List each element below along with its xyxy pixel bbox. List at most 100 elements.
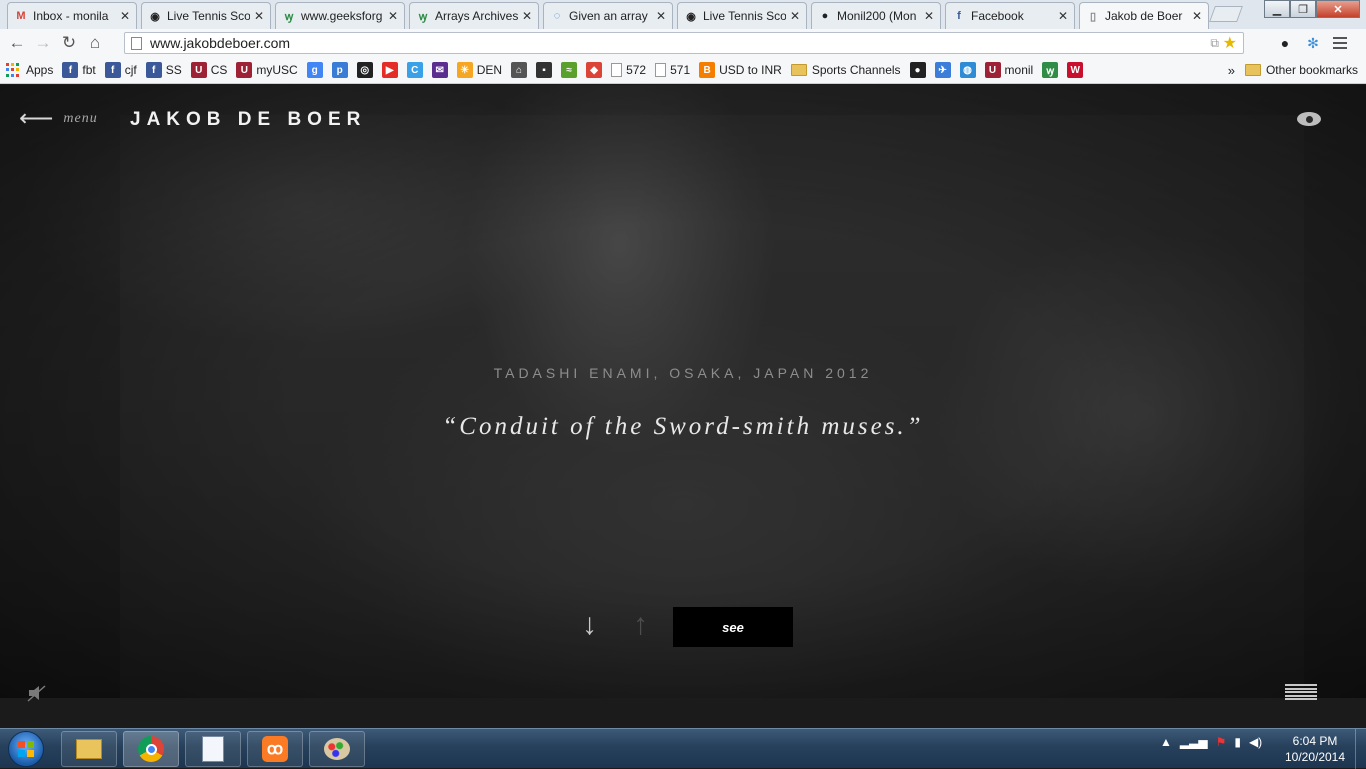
see-button[interactable]: see [673, 607, 793, 647]
paint-taskbar-button[interactable] [309, 731, 365, 767]
c-icon: C [406, 62, 423, 78]
chrome-taskbar-button[interactable] [123, 731, 179, 767]
folder-icon [1244, 64, 1261, 76]
usc-icon: U [236, 62, 253, 78]
tab-7[interactable]: ● Monil200 (Mon ✕ [811, 2, 941, 29]
windows-taskbar: ꝏ ▲ ▂▃▅ ⚑ ▮ ◀) 6:04 PM 10/20/2014 [0, 728, 1366, 769]
close-tab-icon[interactable]: ✕ [1192, 9, 1202, 23]
blogger-icon: B [699, 62, 716, 78]
bookmark-p[interactable]: p [331, 62, 348, 78]
tab-3[interactable]: ꝡ www.geeksforg ✕ [275, 2, 405, 29]
bookmarks-overflow-button[interactable]: » [1228, 63, 1235, 78]
tab-label: Live Tennis Scor [167, 9, 250, 23]
bookmark-wf[interactable]: W [1067, 62, 1084, 78]
bookmark-label: cjf [124, 63, 137, 77]
apps-icon [6, 63, 20, 77]
bookmark-google[interactable]: g [306, 62, 323, 78]
translate-icon[interactable]: ⧉ [1210, 36, 1219, 51]
bookmark-apps[interactable]: Apps [6, 63, 53, 77]
mute-icon[interactable] [26, 683, 48, 703]
address-bar[interactable]: www.jakobdeboer.com ⧉ ★ [124, 32, 1244, 54]
other-bookmarks[interactable]: Other bookmarks [1244, 63, 1358, 77]
dark-icon: ▪ [536, 62, 553, 78]
xampp-taskbar-button[interactable]: ꝏ [247, 731, 303, 767]
tab-9[interactable]: ▯ Jakob de Boer ✕ [1079, 2, 1209, 29]
forward-button[interactable]: → [30, 30, 56, 56]
close-tab-icon[interactable]: ✕ [120, 9, 130, 23]
up-arrow-icon[interactable]: ↑ [633, 605, 648, 645]
close-tab-icon[interactable]: ✕ [254, 9, 264, 23]
att-icon: ◍ [959, 62, 976, 78]
url-text: www.jakobdeboer.com [150, 35, 291, 51]
bookmark-github[interactable]: ● [909, 62, 926, 78]
incognito-icon[interactable]: ● [1274, 32, 1296, 54]
system-clock[interactable]: 6:04 PM 10/20/2014 [1282, 733, 1348, 765]
new-tab-button[interactable] [1209, 6, 1243, 22]
geeks-icon: ꝡ [1042, 62, 1059, 78]
home-button[interactable]: ⌂ [82, 30, 108, 56]
bookmark-den[interactable]: ✳ DEN [456, 62, 502, 78]
close-tab-icon[interactable]: ✕ [1058, 9, 1068, 23]
bookmark-att[interactable]: ◍ [959, 62, 976, 78]
explorer-taskbar-button[interactable] [61, 731, 117, 767]
site-title[interactable]: JAKOB DE BOER [130, 109, 366, 131]
reload-button[interactable]: ↻ [56, 30, 82, 56]
back-button[interactable]: ← [4, 30, 30, 56]
bookmark-star-icon[interactable]: ★ [1223, 33, 1237, 53]
bookmark-bank[interactable]: ⌂ [511, 62, 528, 78]
close-window-button[interactable]: ✕ [1316, 0, 1360, 18]
tab-4[interactable]: ꝡ Arrays Archives ✕ [409, 2, 539, 29]
show-desktop-button[interactable] [1355, 729, 1366, 769]
bookmark-maps[interactable]: ◆ [586, 62, 603, 78]
bookmark-camera[interactable]: ◎ [356, 62, 373, 78]
bookmark-dark[interactable]: ▪ [536, 62, 553, 78]
close-tab-icon[interactable]: ✕ [522, 9, 532, 23]
tab-2[interactable]: ◉ Live Tennis Scor ✕ [141, 2, 271, 29]
close-tab-icon[interactable]: ✕ [656, 9, 666, 23]
action-center-icon[interactable]: ⚑ [1216, 735, 1227, 749]
bookmark-geeks[interactable]: ꝡ [1042, 62, 1059, 78]
bookmark-572[interactable]: 572 [611, 63, 646, 77]
tennis-icon: ◉ [150, 10, 160, 23]
show-hidden-icons-icon[interactable]: ▲ [1160, 735, 1172, 749]
bookmark-571[interactable]: 571 [655, 63, 690, 77]
tab-8[interactable]: f Facebook ✕ [945, 2, 1075, 29]
bookmark-c[interactable]: C [406, 62, 423, 78]
bookmark-label: myUSC [256, 63, 298, 77]
volume-icon[interactable]: ◀) [1249, 735, 1262, 749]
menu-link[interactable]: ⟵ menu [19, 107, 98, 131]
bird-icon: ✈ [934, 62, 951, 78]
extension-icon[interactable]: ✻ [1302, 32, 1324, 54]
minimize-button[interactable]: ▁ [1264, 0, 1290, 18]
bookmark-fbt[interactable]: f fbt [62, 62, 96, 78]
youtube-icon: ▶ [381, 62, 398, 78]
document-taskbar-button[interactable] [185, 731, 241, 767]
tab-5[interactable]: ◌ Given an array ✕ [543, 2, 673, 29]
tab-label: Live Tennis Scor [703, 9, 786, 23]
bookmark-bird[interactable]: ✈ [934, 62, 951, 78]
bookmark-green[interactable]: ≈ [561, 62, 578, 78]
usc-icon: U [984, 62, 1001, 78]
tab-1[interactable]: M Inbox - monila ✕ [7, 2, 137, 29]
bookmark-sports-channels[interactable]: Sports Channels [790, 63, 901, 77]
grid-menu-icon[interactable] [1285, 684, 1317, 700]
tab-6[interactable]: ◉ Live Tennis Scor ✕ [677, 2, 807, 29]
bookmark-ss[interactable]: f SS [145, 62, 182, 78]
down-arrow-icon[interactable]: ↓ [582, 605, 597, 645]
eye-icon[interactable] [1297, 112, 1321, 126]
bookmark-yahoo-mail[interactable]: ✉ [431, 62, 448, 78]
maximize-button[interactable]: ❐ [1290, 0, 1316, 18]
start-button[interactable] [8, 731, 44, 767]
signal-icon[interactable]: ▂▃▅ [1180, 735, 1208, 749]
close-tab-icon[interactable]: ✕ [790, 9, 800, 23]
close-tab-icon[interactable]: ✕ [388, 9, 398, 23]
bookmark-monil[interactable]: Umonil [984, 62, 1033, 78]
bookmark-usd-to-inr[interactable]: B USD to INR [699, 62, 782, 78]
chrome-menu-button[interactable] [1330, 32, 1350, 54]
bookmark-cjf[interactable]: f cjf [104, 62, 137, 78]
close-tab-icon[interactable]: ✕ [924, 9, 934, 23]
bookmark-myusc[interactable]: UmyUSC [236, 62, 298, 78]
bookmark-youtube[interactable]: ▶ [381, 62, 398, 78]
power-icon[interactable]: ▮ [1234, 735, 1241, 749]
bookmark-cs[interactable]: U CS [190, 62, 227, 78]
